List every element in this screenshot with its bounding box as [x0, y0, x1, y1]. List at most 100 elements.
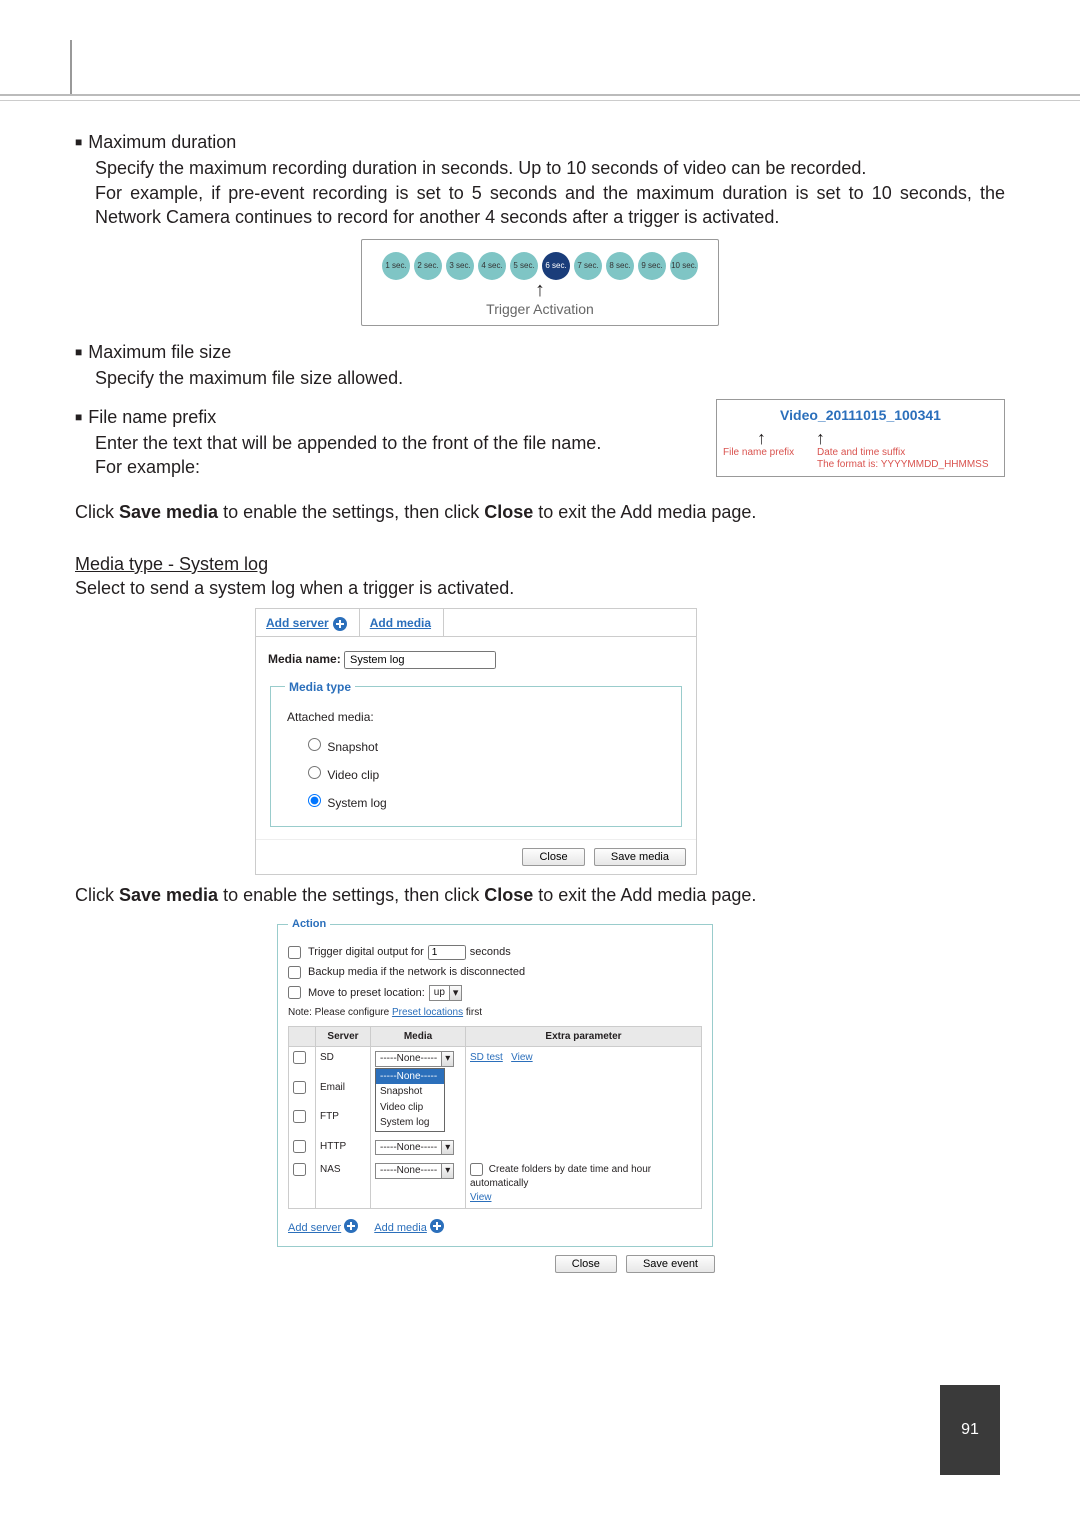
timeline-dot: 1 sec.	[382, 252, 410, 280]
filename-sample: Video_20111015_100341	[723, 406, 998, 425]
timeline-dot: 2 sec.	[414, 252, 442, 280]
label-attached-media: Attached media:	[287, 709, 667, 725]
link-sd-view[interactable]: View	[511, 1052, 533, 1063]
timeline-dot: 9 sec.	[638, 252, 666, 280]
heading-file-name-prefix: File name prefix	[88, 405, 216, 429]
checkbox-move-preset[interactable]	[288, 986, 301, 999]
label-server-email: Email	[316, 1077, 371, 1106]
select-media-http[interactable]: -----None----- ▾	[375, 1140, 454, 1156]
link-preset-locations[interactable]: Preset locations	[392, 1007, 463, 1018]
table-servers: Server Media Extra parameter SD -----Non…	[288, 1026, 702, 1209]
label-trigger-do-post: seconds	[470, 945, 511, 960]
tab-add-media[interactable]: Add media	[360, 609, 444, 635]
link-add-server[interactable]: Add server	[288, 1219, 358, 1236]
filename-label-suffix: Date and time suffix The format is: YYYY…	[817, 447, 989, 472]
bullet-icon: ■	[75, 134, 82, 158]
heading-max-duration: Maximum duration	[88, 130, 236, 154]
panel-action: Action Trigger digital output for second…	[275, 917, 715, 1273]
radio-snapshot[interactable]: Snapshot	[303, 735, 667, 755]
text-max-duration-1: Specify the maximum recording duration i…	[75, 156, 1005, 180]
instruction-save-media-2: Click Save media to enable the settings,…	[75, 883, 1005, 907]
legend-action: Action	[288, 917, 330, 932]
input-trigger-seconds[interactable]	[428, 945, 466, 960]
tab-add-server[interactable]: Add server	[256, 609, 360, 635]
dropdown-option-snapshot[interactable]: Snapshot	[376, 1084, 444, 1100]
bullet-icon: ■	[75, 344, 82, 368]
chevron-down-icon: ▾	[449, 986, 462, 1001]
chevron-down-icon: ▾	[441, 1164, 453, 1178]
select-media-nas[interactable]: -----None----- ▾	[375, 1163, 454, 1179]
timeline-dot: 6 sec.	[542, 252, 570, 280]
checkbox-server-ftp[interactable]	[293, 1110, 306, 1123]
radio-video-clip[interactable]: Video clip	[303, 763, 667, 783]
note-preset-locations: Note: Please configure Preset locations …	[288, 1006, 702, 1020]
select-media-sd[interactable]: -----None----- ▾	[375, 1051, 454, 1067]
label-server-nas: NAS	[316, 1159, 371, 1208]
timeline-label: Trigger Activation	[370, 300, 710, 319]
th-extra: Extra parameter	[466, 1026, 702, 1047]
checkbox-server-nas[interactable]	[293, 1163, 306, 1176]
checkbox-server-sd[interactable]	[293, 1051, 306, 1064]
th-server: Server	[316, 1026, 371, 1047]
checkbox-server-http[interactable]	[293, 1140, 306, 1153]
panel-add-media: Add server Add media Media name: Media t…	[255, 608, 697, 874]
label-server-sd: SD	[316, 1047, 371, 1077]
bullet-file-name-prefix: ■ File name prefix	[75, 405, 704, 429]
timeline-dot: 8 sec.	[606, 252, 634, 280]
table-row: FTP	[289, 1106, 702, 1135]
timeline-dot: 10 sec.	[670, 252, 698, 280]
header-rule-1	[0, 94, 1080, 96]
timeline-dot: 3 sec.	[446, 252, 474, 280]
table-row: SD -----None----- ▾ -----None----- Snaps…	[289, 1047, 702, 1077]
table-row: Email	[289, 1077, 702, 1106]
label-backup: Backup media if the network is disconnec…	[308, 965, 525, 980]
bullet-max-duration: ■ Maximum duration	[75, 130, 1005, 154]
filename-label-prefix: File name prefix	[723, 447, 803, 472]
label-create-folders: Create folders by date time and hour aut…	[470, 1165, 651, 1190]
fieldset-action: Action Trigger digital output for second…	[277, 917, 713, 1247]
header-divider	[0, 40, 72, 95]
dropdown-media-open: -----None----- Snapshot Video clip Syste…	[375, 1068, 445, 1132]
bullet-icon: ■	[75, 409, 82, 433]
link-sd-test[interactable]: SD test	[470, 1052, 503, 1063]
radio-system-log[interactable]: System log	[303, 791, 667, 811]
text-max-duration-2: For example, if pre-event recording is s…	[75, 181, 1005, 230]
dropdown-option-none[interactable]: -----None-----	[376, 1069, 444, 1085]
input-media-name[interactable]	[344, 651, 496, 669]
checkbox-create-folders[interactable]	[470, 1163, 483, 1176]
legend-media-type: Media type	[285, 679, 355, 695]
checkbox-trigger-do[interactable]	[288, 946, 301, 959]
chevron-down-icon: ▾	[441, 1052, 453, 1066]
save-media-button[interactable]: Save media	[594, 848, 686, 866]
timeline-dot: 5 sec.	[510, 252, 538, 280]
close-button[interactable]: Close	[522, 848, 584, 866]
timeline-arrow-icon: ↑	[370, 280, 710, 300]
text-system-log: Select to send a system log when a trigg…	[75, 576, 1005, 600]
page-number: 91	[940, 1385, 1000, 1475]
checkbox-server-email[interactable]	[293, 1081, 306, 1094]
link-nas-view[interactable]: View	[470, 1192, 492, 1203]
plus-icon	[333, 617, 347, 631]
chevron-down-icon: ▾	[441, 1141, 453, 1155]
close-button[interactable]: Close	[555, 1255, 617, 1273]
timeline-dot: 7 sec.	[574, 252, 602, 280]
label-trigger-do-pre: Trigger digital output for	[308, 945, 424, 960]
up-arrow-icon: ↑	[757, 429, 766, 447]
label-server-http: HTTP	[316, 1136, 371, 1160]
heading-max-file-size: Maximum file size	[88, 340, 231, 364]
timeline-dot: 4 sec.	[478, 252, 506, 280]
checkbox-backup[interactable]	[288, 966, 301, 979]
heading-media-type-system-log: Media type - System log	[75, 552, 1005, 576]
save-event-button[interactable]: Save event	[626, 1255, 715, 1273]
select-move-preset[interactable]: up ▾	[429, 985, 463, 1002]
bullet-max-file-size: ■ Maximum file size	[75, 340, 1005, 364]
timeline-diagram: 1 sec.2 sec.3 sec.4 sec.5 sec.6 sec.7 se…	[361, 239, 719, 326]
th-media: Media	[371, 1026, 466, 1047]
up-arrow-icon: ↑	[816, 429, 825, 447]
label-move-preset: Move to preset location:	[308, 986, 425, 1001]
dropdown-option-system-log[interactable]: System log	[376, 1115, 444, 1131]
link-add-media[interactable]: Add media	[374, 1219, 444, 1236]
text-max-file-size: Specify the maximum file size allowed.	[75, 366, 1005, 390]
header-rule-2	[0, 100, 1080, 101]
dropdown-option-video-clip[interactable]: Video clip	[376, 1100, 444, 1116]
